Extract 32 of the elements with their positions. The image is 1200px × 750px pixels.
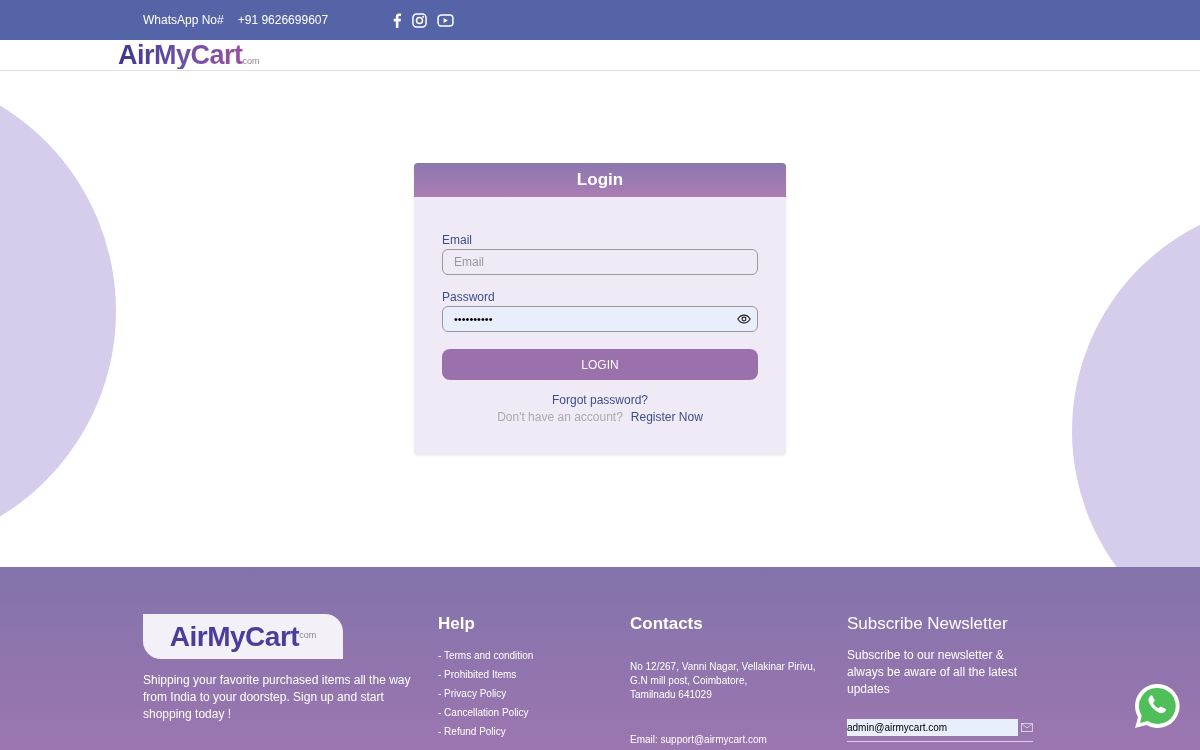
envelope-icon[interactable] — [1021, 723, 1033, 732]
password-label: Password — [442, 290, 496, 304]
footer-link[interactable]: - Cancellation Policy — [438, 707, 630, 718]
footer-link[interactable]: - Terms and condition — [438, 650, 630, 661]
email-field[interactable]: Email — [442, 249, 758, 275]
no-account-text: Don't have an account? — [497, 410, 623, 424]
footer-link[interactable]: - Privacy Policy — [438, 688, 630, 699]
eye-icon[interactable] — [737, 314, 751, 324]
login-title: Login — [576, 170, 624, 190]
address-line: No 12/267, Vanni Nagar, Vellakinar Pirivu, — [630, 660, 817, 674]
register-link[interactable]: Register Now — [630, 410, 703, 424]
about-text: Shipping your favorite purchased items all the way from India to your doorstep. Sign up and start shopping today ! — [143, 672, 412, 723]
newsletter-text: Subscribe to our newsletter & always be aware of all the latest updates — [847, 647, 1019, 698]
password-field[interactable]: •••••••••• — [442, 306, 758, 332]
video-play-icon[interactable] — [437, 13, 455, 27]
newsletter-email-field[interactable]: admin@airmycart.com — [847, 719, 1019, 736]
contact-email: Email: support@airmycart.com — [630, 734, 768, 745]
email-label: Email — [442, 233, 473, 247]
forgot-password-link[interactable]: Forgot password? — [551, 393, 648, 407]
help-heading: Help — [438, 614, 476, 634]
whatsapp-label: WhatsApp No# — [143, 13, 224, 27]
newsletter-heading: Subscribe Newsletter — [847, 614, 1009, 634]
instagram-icon[interactable] — [412, 12, 428, 28]
footer-link[interactable]: - Prohibited Items — [438, 669, 630, 680]
contacts-heading: Contacts — [630, 614, 704, 634]
login-button[interactable]: LOGIN — [442, 349, 758, 380]
whatsapp-chat-icon[interactable] — [1133, 682, 1181, 730]
address-line: G.N mill post, Coimbatore, — [630, 674, 749, 688]
address-line: Tamilnadu 641029 — [630, 688, 713, 702]
footer-link[interactable]: - Refund Policy — [438, 726, 630, 737]
phone-number: +91 9626699607 — [237, 13, 329, 27]
facebook-icon[interactable] — [392, 12, 403, 28]
